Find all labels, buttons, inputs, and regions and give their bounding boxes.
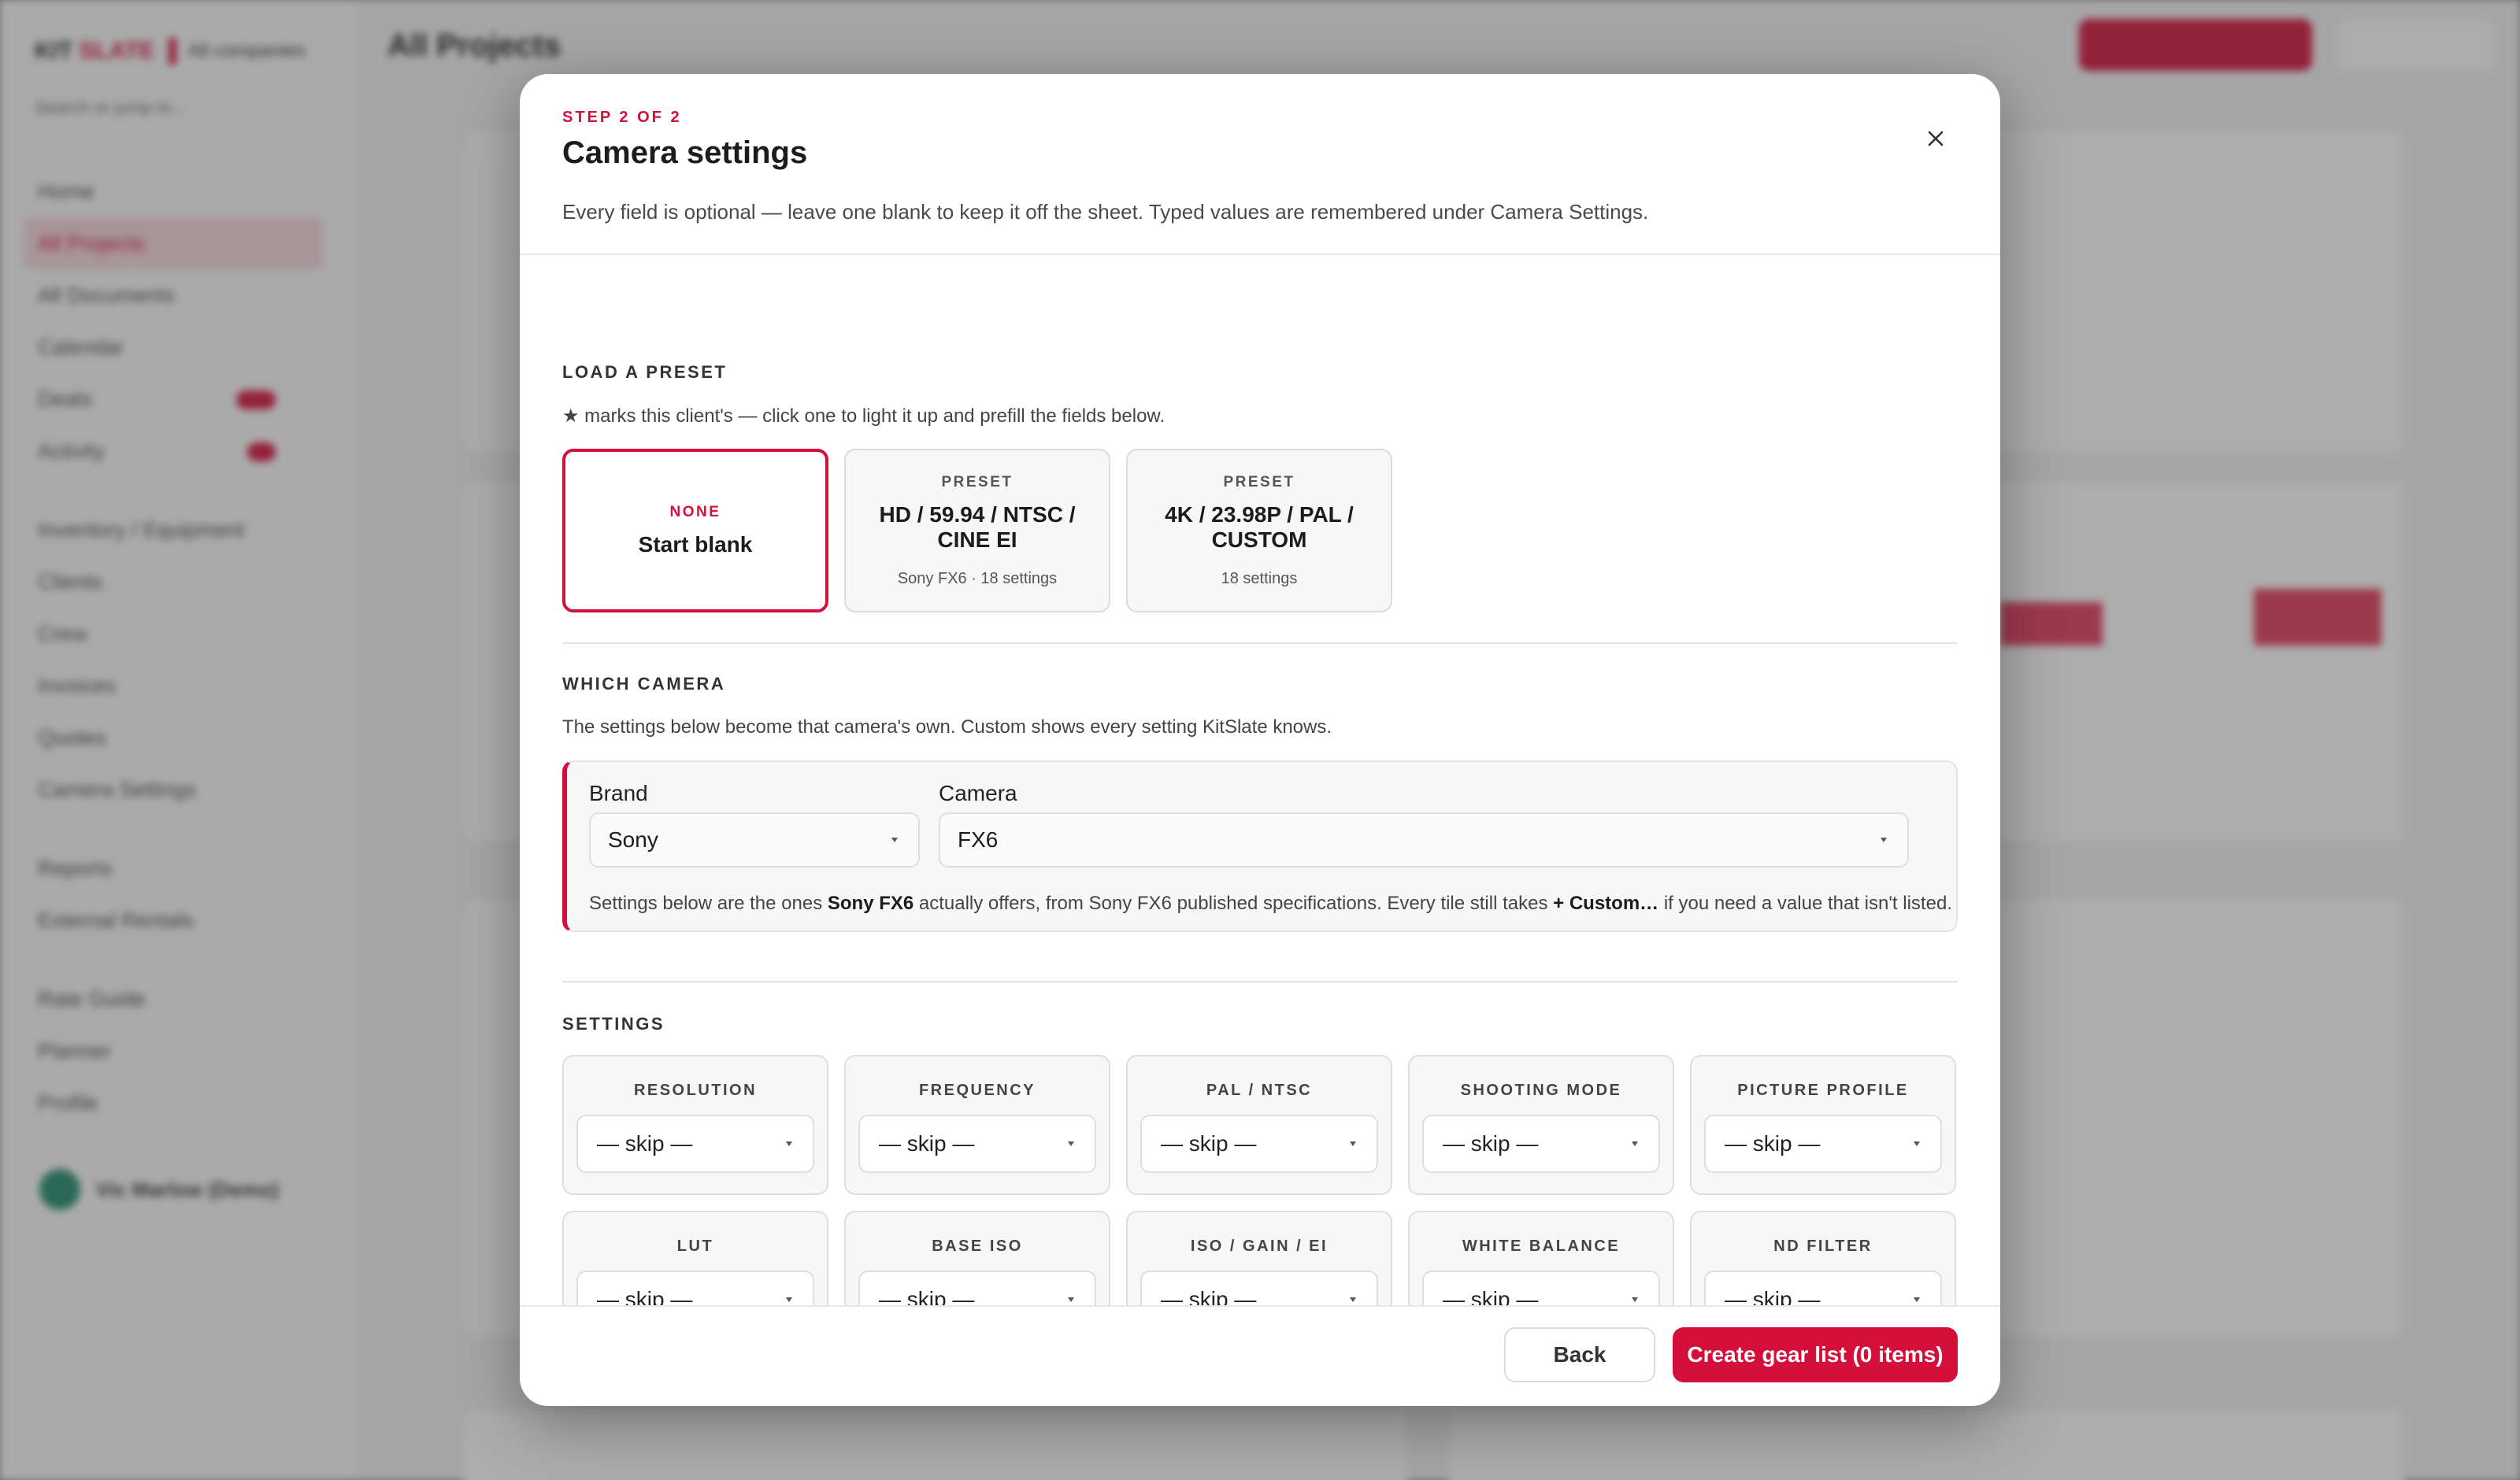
setting-value: — skip — — [1725, 1287, 1821, 1305]
chevron-down-icon — [1632, 1141, 1638, 1146]
setting-tile-white-balance: WHITE BALANCE — skip — — [1408, 1211, 1674, 1305]
setting-value: — skip — — [1725, 1131, 1821, 1156]
note-text: actually offers, from Sony FX6 published… — [914, 893, 1554, 914]
setting-label: SHOOTING MODE — [1460, 1082, 1622, 1099]
setting-value: — skip — — [597, 1131, 693, 1156]
chevron-down-icon — [1350, 1141, 1356, 1146]
preset-tag: PRESET — [1223, 473, 1295, 490]
preset-section-hint: ★ marks this client's — click one to lig… — [562, 405, 1166, 427]
setting-label: ND FILTER — [1773, 1238, 1873, 1255]
setting-tile-frequency: FREQUENCY — skip — — [844, 1055, 1110, 1195]
settings-section-heading: SETTINGS — [562, 1014, 665, 1034]
setting-tile-shooting-mode: SHOOTING MODE — skip — — [1408, 1055, 1674, 1195]
modal-subtitle: Every field is optional — leave one blan… — [562, 200, 1649, 224]
preset-4k-2398[interactable]: PRESET 4K / 23.98P / PAL / CUSTOM 18 set… — [1126, 449, 1392, 612]
setting-select[interactable]: — skip — — [1140, 1271, 1378, 1305]
setting-select[interactable]: — skip — — [1704, 1115, 1942, 1173]
modal-title: Camera settings — [562, 135, 808, 170]
back-button[interactable]: Back — [1504, 1327, 1655, 1382]
setting-value: — skip — — [879, 1131, 975, 1156]
setting-tile-resolution: RESOLUTION — skip — — [562, 1055, 828, 1195]
setting-label: FREQUENCY — [918, 1082, 1036, 1099]
note-custom: + Custom… — [1553, 893, 1659, 914]
chevron-down-icon — [1914, 1297, 1920, 1302]
section-divider — [562, 981, 1958, 982]
setting-select[interactable]: — skip — — [576, 1115, 814, 1173]
setting-tile-picture-profile: PICTURE PROFILE — skip — — [1690, 1055, 1956, 1195]
setting-label: ISO / GAIN / EI — [1190, 1238, 1329, 1255]
preset-list: NONE Start blank PRESET HD / 59.94 / NTS… — [562, 449, 1392, 612]
preset-name: HD / 59.94 / NTSC / CINE EI — [879, 501, 1076, 552]
camera-label: Camera — [939, 781, 1017, 805]
chevron-down-icon — [891, 838, 898, 842]
setting-tile-lut: LUT — skip — — [562, 1211, 828, 1305]
brand-label: Brand — [589, 781, 648, 805]
brand-select[interactable]: Sony — [589, 812, 920, 868]
setting-value: — skip — — [1161, 1287, 1257, 1305]
setting-value: — skip — — [1443, 1131, 1539, 1156]
camera-settings-modal: STEP 2 OF 2 Camera settings Every field … — [520, 74, 2000, 1406]
note-camera: Sony FX6 — [827, 893, 914, 914]
camera-picker: Brand Sony Camera FX6 Settings below are… — [562, 760, 1958, 932]
preset-meta: 18 settings — [1221, 569, 1298, 587]
modal-body[interactable]: LOAD A PRESET ★ marks this client's — cl… — [562, 257, 1958, 1305]
create-gear-list-button[interactable]: Create gear list (0 items) — [1673, 1327, 1958, 1382]
camera-select[interactable]: FX6 — [939, 812, 1909, 868]
preset-name: Start blank — [638, 532, 753, 557]
camera-section-heading: WHICH CAMERA — [562, 674, 726, 694]
setting-value: — skip — — [1161, 1131, 1257, 1156]
modal-header: STEP 2 OF 2 Camera settings Every field … — [520, 74, 2000, 255]
setting-tile-iso-gain-ei: ISO / GAIN / EI — skip — — [1126, 1211, 1392, 1305]
chevron-down-icon — [1350, 1297, 1356, 1302]
camera-value: FX6 — [958, 827, 999, 852]
preset-meta: Sony FX6 · 18 settings — [897, 569, 1058, 587]
setting-label: BASE ISO — [932, 1238, 1023, 1255]
setting-tile-pal-ntsc: PAL / NTSC — skip — — [1126, 1055, 1392, 1195]
setting-label: PAL / NTSC — [1206, 1082, 1313, 1099]
camera-note: Settings below are the ones Sony FX6 act… — [589, 893, 1952, 915]
chevron-down-icon — [1632, 1297, 1638, 1302]
chevron-down-icon — [786, 1141, 792, 1146]
chevron-down-icon — [1881, 838, 1887, 842]
modal-footer: Back Create gear list (0 items) — [520, 1305, 2000, 1406]
setting-select[interactable]: — skip — — [1704, 1271, 1942, 1305]
preset-tag: NONE — [669, 504, 721, 520]
step-indicator: STEP 2 OF 2 — [562, 109, 682, 126]
setting-label: PICTURE PROFILE — [1737, 1082, 1909, 1099]
setting-label: RESOLUTION — [633, 1082, 758, 1099]
setting-select[interactable]: — skip — — [576, 1271, 814, 1305]
preset-name: 4K / 23.98P / PAL / CUSTOM — [1165, 501, 1354, 552]
chevron-down-icon — [1068, 1297, 1074, 1302]
setting-select[interactable]: — skip — — [1422, 1271, 1660, 1305]
preset-start-blank[interactable]: NONE Start blank — [562, 449, 828, 612]
preset-hd-5994[interactable]: PRESET HD / 59.94 / NTSC / CINE EI Sony … — [844, 449, 1110, 612]
camera-section-hint: The settings below become that camera's … — [562, 716, 1332, 738]
preset-section-heading: LOAD A PRESET — [562, 362, 728, 382]
setting-value: — skip — — [597, 1287, 693, 1305]
close-icon[interactable] — [1918, 121, 1953, 156]
setting-value: — skip — — [1443, 1287, 1539, 1305]
chevron-down-icon — [1068, 1141, 1074, 1146]
setting-label: WHITE BALANCE — [1462, 1238, 1621, 1255]
setting-label: LUT — [676, 1238, 714, 1255]
setting-select[interactable]: — skip — — [858, 1115, 1096, 1173]
section-divider — [562, 642, 1958, 644]
chevron-down-icon — [1914, 1141, 1920, 1146]
setting-select[interactable]: — skip — — [1422, 1115, 1660, 1173]
setting-value: — skip — — [879, 1287, 975, 1305]
setting-select[interactable]: — skip — — [1140, 1115, 1378, 1173]
preset-tag: PRESET — [941, 473, 1014, 490]
settings-grid: RESOLUTION — skip — FREQUENCY — skip — PAL… — [562, 1055, 1956, 1305]
brand-value: Sony — [608, 827, 658, 852]
note-text: if you need a value that isn't listed. — [1658, 893, 1952, 914]
setting-select[interactable]: — skip — — [858, 1271, 1096, 1305]
note-text: Settings below are the ones — [589, 893, 828, 914]
chevron-down-icon — [786, 1297, 792, 1302]
setting-tile-nd-filter: ND FILTER — skip — — [1690, 1211, 1956, 1305]
setting-tile-base-iso: BASE ISO — skip — — [844, 1211, 1110, 1305]
